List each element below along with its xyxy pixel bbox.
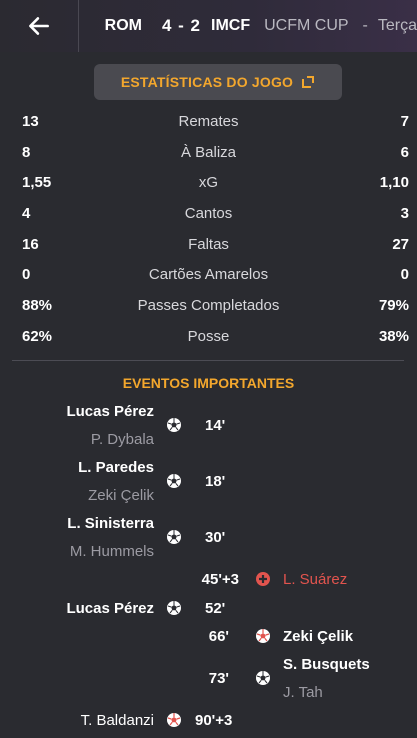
- event-player[interactable]: L. Suárez: [283, 571, 347, 588]
- match-stats-label: ESTATÍSTICAS DO JOGO: [120, 74, 294, 90]
- stat-away-value: 6: [400, 143, 409, 161]
- event-assist[interactable]: M. Hummels: [70, 543, 154, 560]
- stat-away-value: 7: [400, 113, 409, 130]
- event-minute: 90'+3: [195, 712, 233, 729]
- stat-away-value: 27: [392, 235, 409, 253]
- home-team: ROM: [104, 17, 142, 34]
- stat-away-value: 0: [400, 266, 409, 284]
- event-player[interactable]: S. Busquets: [283, 656, 370, 673]
- football-icon: [167, 418, 181, 432]
- football-icon: [167, 474, 181, 488]
- event-minute: 14': [205, 417, 226, 434]
- competition-name: UCFM CUP: [264, 17, 349, 34]
- match-header: ROM 4 - 2 IMCF UCFM CUP - Terça: [79, 16, 417, 36]
- back-button[interactable]: [0, 0, 79, 52]
- football-icon: [256, 671, 270, 685]
- event-assist[interactable]: J. Tah: [283, 684, 323, 701]
- event-minute: 30': [205, 529, 226, 546]
- stat-away-value: 1,10: [379, 174, 409, 192]
- stat-row-xg: 1,55 xG 1,10: [0, 167, 417, 198]
- header-separator: -: [362, 17, 368, 34]
- event-assist[interactable]: Zeki Çelik: [88, 487, 154, 504]
- own-goal-icon: [256, 629, 270, 643]
- arrow-left-icon: [28, 17, 49, 35]
- event-player[interactable]: Lucas Pérez: [66, 600, 154, 617]
- stat-label: Passes Completados: [137, 297, 280, 315]
- stat-away-value: 38%: [378, 327, 409, 345]
- stat-label: Remates: [178, 113, 239, 130]
- own-goal-icon: [167, 713, 181, 727]
- event-player[interactable]: L. Paredes: [78, 459, 154, 476]
- stat-row-corners: 4 Cantos 3: [0, 198, 417, 229]
- stat-row-on-target: 8 À Baliza 6: [0, 137, 417, 168]
- stat-label: Cantos: [184, 205, 233, 223]
- event-player[interactable]: T. Baldanzi: [81, 712, 154, 729]
- football-icon: [167, 601, 181, 615]
- match-score: 4 - 2: [161, 16, 201, 35]
- external-link-icon: [302, 76, 315, 88]
- event-minute: 18': [205, 473, 226, 490]
- events-title: EVENTOS IMPORTANTES: [122, 375, 295, 391]
- stat-row-fouls: 16 Faltas 27: [0, 229, 417, 260]
- event-minute: 66': [208, 628, 229, 645]
- stat-row-possession: 62% Posse 38%: [0, 321, 417, 352]
- stat-away-value: 3: [400, 205, 409, 223]
- event-minute: 45'+3: [201, 571, 239, 588]
- football-icon: [167, 530, 181, 544]
- stat-label: xG: [198, 174, 219, 192]
- match-date: Terça: [377, 17, 417, 34]
- event-player[interactable]: Lucas Pérez: [66, 403, 154, 420]
- stat-row-yellow-cards: 0 Cartões Amarelos 0: [0, 259, 417, 290]
- event-player[interactable]: Zeki Çelik: [283, 628, 353, 645]
- event-player[interactable]: L. Sinisterra: [67, 515, 154, 532]
- stat-away-value: 79%: [378, 297, 409, 315]
- away-team: IMCF: [211, 17, 251, 34]
- stat-label: Cartões Amarelos: [148, 266, 269, 284]
- event-assist[interactable]: P. Dybala: [91, 431, 154, 448]
- stat-label: Posse: [187, 327, 230, 345]
- event-minute: 73': [208, 670, 229, 687]
- event-minute: 52': [205, 600, 226, 617]
- stat-label: Faltas: [188, 235, 229, 253]
- section-divider: [12, 360, 404, 361]
- stats-table: 13 Remates 7 8 À Baliza 6 1,55 xG 1,10 4…: [0, 106, 417, 352]
- stat-row-passes: 88% Passes Completados 79%: [0, 290, 417, 321]
- top-bar: ROM 4 - 2 IMCF UCFM CUP - Terça: [0, 0, 417, 52]
- injury-icon: [256, 572, 270, 586]
- stat-label: À Baliza: [180, 143, 237, 161]
- match-stats-button[interactable]: ESTATÍSTICAS DO JOGO: [94, 64, 342, 100]
- stat-row-shots: 13 Remates 7: [0, 106, 417, 137]
